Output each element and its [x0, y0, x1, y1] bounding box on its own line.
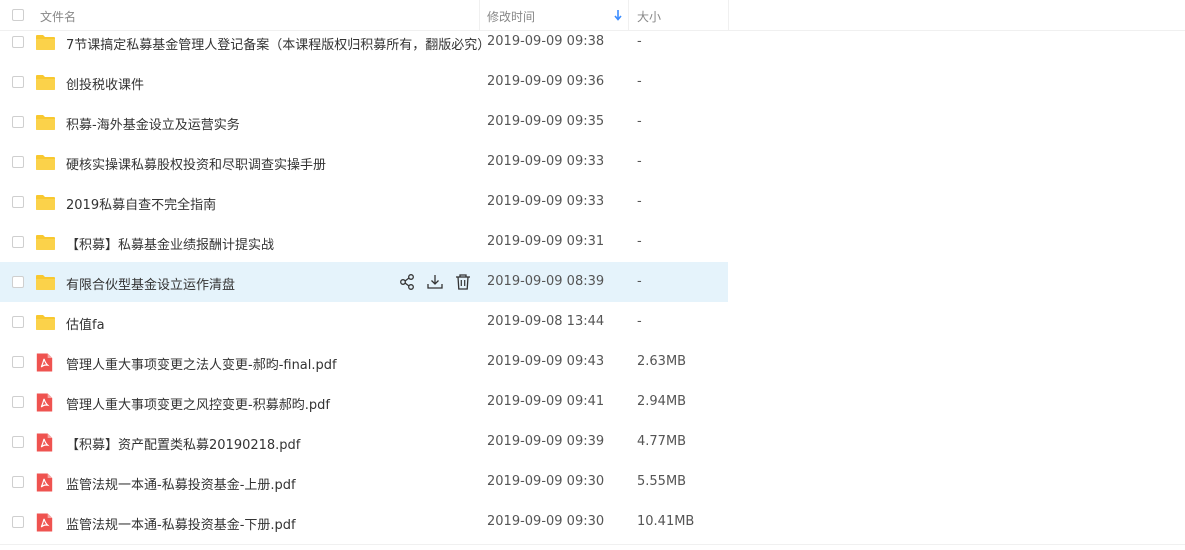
file-name[interactable]: 创投税收课件: [66, 74, 144, 93]
file-size: 5.55MB: [637, 474, 687, 489]
file-modified-time: 2019-09-09 09:38: [487, 34, 605, 49]
file-row[interactable]: 创投税收课件 2019-09-09 09:36 -: [0, 62, 728, 102]
list-bottom-divider: [0, 544, 1185, 545]
select-all-checkbox[interactable]: [12, 9, 24, 21]
file-size: -: [637, 314, 642, 329]
file-row[interactable]: 【积募】私募基金业绩报酬计提实战 2019-09-09 09:31 -: [0, 222, 728, 262]
file-row[interactable]: 硬核实操课私募股权投资和尽职调查实操手册 2019-09-09 09:33 -: [0, 142, 728, 182]
row-checkbox[interactable]: [12, 116, 24, 128]
file-size: -: [637, 34, 642, 49]
file-size: 10.41MB: [637, 514, 695, 529]
file-name[interactable]: 【积募】资产配置类私募20190218.pdf: [66, 434, 300, 453]
file-name[interactable]: 硬核实操课私募股权投资和尽职调查实操手册: [66, 154, 326, 173]
file-size: -: [637, 114, 642, 129]
row-checkbox[interactable]: [12, 316, 24, 328]
folder-icon: [35, 32, 56, 52]
row-checkbox[interactable]: [12, 196, 24, 208]
file-row[interactable]: 有限合伙型基金设立运作清盘 2019-09-09 08:39 -: [0, 262, 728, 302]
folder-icon: [35, 272, 56, 292]
folder-icon: [35, 152, 56, 172]
file-modified-time: 2019-09-09 09:39: [487, 434, 605, 449]
file-size: -: [637, 234, 642, 249]
file-modified-time: 2019-09-09 09:33: [487, 154, 605, 169]
file-name[interactable]: 监管法规一本通-私募投资基金-下册.pdf: [66, 514, 296, 533]
delete-icon[interactable]: [454, 273, 472, 291]
row-checkbox[interactable]: [12, 396, 24, 408]
row-checkbox[interactable]: [12, 356, 24, 368]
file-name[interactable]: 管理人重大事项变更之风控变更-积募郝昀.pdf: [66, 394, 330, 413]
file-row[interactable]: 估值fa 2019-09-08 13:44 -: [0, 302, 728, 342]
file-modified-time: 2019-09-09 09:43: [487, 354, 605, 369]
column-header-size[interactable]: 大小: [637, 8, 661, 25]
file-name[interactable]: 有限合伙型基金设立运作清盘: [66, 274, 235, 293]
file-modified-time: 2019-09-09 09:30: [487, 514, 605, 529]
file-size: 2.94MB: [637, 394, 687, 409]
pdf-icon: [35, 472, 56, 492]
row-checkbox[interactable]: [12, 236, 24, 248]
row-checkbox[interactable]: [12, 156, 24, 168]
file-name[interactable]: 7节课搞定私募基金管理人登记备案（本课程版权归积募所有，翻版必究）: [66, 34, 490, 53]
file-list: 7节课搞定私募基金管理人登记备案（本课程版权归积募所有，翻版必究） 2019-09…: [0, 22, 1185, 542]
file-modified-time: 2019-09-09 09:35: [487, 114, 605, 129]
file-modified-time: 2019-09-09 09:36: [487, 74, 605, 89]
arrow-down-icon[interactable]: [613, 8, 623, 22]
file-row[interactable]: 管理人重大事项变更之法人变更-郝昀-final.pdf 2019-09-09 09…: [0, 342, 728, 382]
download-icon[interactable]: [426, 273, 444, 291]
file-row[interactable]: 监管法规一本通-私募投资基金-下册.pdf 2019-09-09 09:30 10.…: [0, 502, 728, 542]
row-checkbox[interactable]: [12, 76, 24, 88]
column-divider[interactable]: [628, 0, 629, 31]
file-row[interactable]: 【积募】资产配置类私募20190218.pdf 2019-09-09 09:39 4…: [0, 422, 728, 462]
file-size: 2.63MB: [637, 354, 687, 369]
pdf-icon: [35, 512, 56, 532]
folder-icon: [35, 232, 56, 252]
row-checkbox[interactable]: [12, 36, 24, 48]
row-checkbox[interactable]: [12, 276, 24, 288]
file-size: -: [637, 194, 642, 209]
file-size: -: [637, 74, 642, 89]
pdf-icon: [35, 432, 56, 452]
file-size: -: [637, 274, 642, 289]
folder-icon: [35, 312, 56, 332]
file-modified-time: 2019-09-09 08:39: [487, 274, 605, 289]
file-list-view: 7节课搞定私募基金管理人登记备案（本课程版权归积募所有，翻版必究） 2019-09…: [0, 0, 1185, 550]
list-header: 文件名 修改时间 大小: [0, 0, 1185, 31]
file-name[interactable]: 估值fa: [66, 314, 105, 333]
column-divider[interactable]: [728, 0, 729, 31]
pdf-icon: [35, 392, 56, 412]
file-row[interactable]: 2019私募自查不完全指南 2019-09-09 09:33 -: [0, 182, 728, 222]
file-modified-time: 2019-09-08 13:44: [487, 314, 605, 329]
file-row[interactable]: 积募-海外基金设立及运营实务 2019-09-09 09:35 -: [0, 102, 728, 142]
share-icon[interactable]: [398, 273, 416, 291]
pdf-icon: [35, 352, 56, 372]
column-divider[interactable]: [479, 0, 480, 31]
row-checkbox[interactable]: [12, 436, 24, 448]
file-name[interactable]: 监管法规一本通-私募投资基金-上册.pdf: [66, 474, 296, 493]
file-row[interactable]: 管理人重大事项变更之风控变更-积募郝昀.pdf 2019-09-09 09:41 2…: [0, 382, 728, 422]
column-header-name[interactable]: 文件名: [40, 8, 76, 25]
file-name[interactable]: 积募-海外基金设立及运营实务: [66, 114, 240, 133]
row-checkbox[interactable]: [12, 476, 24, 488]
file-size: 4.77MB: [637, 434, 687, 449]
folder-icon: [35, 72, 56, 92]
folder-icon: [35, 112, 56, 132]
file-name[interactable]: 【积募】私募基金业绩报酬计提实战: [66, 234, 274, 253]
file-size: -: [637, 154, 642, 169]
row-checkbox[interactable]: [12, 516, 24, 528]
file-name[interactable]: 管理人重大事项变更之法人变更-郝昀-final.pdf: [66, 354, 337, 373]
folder-icon: [35, 192, 56, 212]
column-header-time[interactable]: 修改时间: [487, 8, 535, 25]
file-modified-time: 2019-09-09 09:30: [487, 474, 605, 489]
file-row[interactable]: 监管法规一本通-私募投资基金-上册.pdf 2019-09-09 09:30 5.5…: [0, 462, 728, 502]
file-modified-time: 2019-09-09 09:41: [487, 394, 605, 409]
file-modified-time: 2019-09-09 09:31: [487, 234, 605, 249]
file-modified-time: 2019-09-09 09:33: [487, 194, 605, 209]
file-name[interactable]: 2019私募自查不完全指南: [66, 194, 216, 213]
